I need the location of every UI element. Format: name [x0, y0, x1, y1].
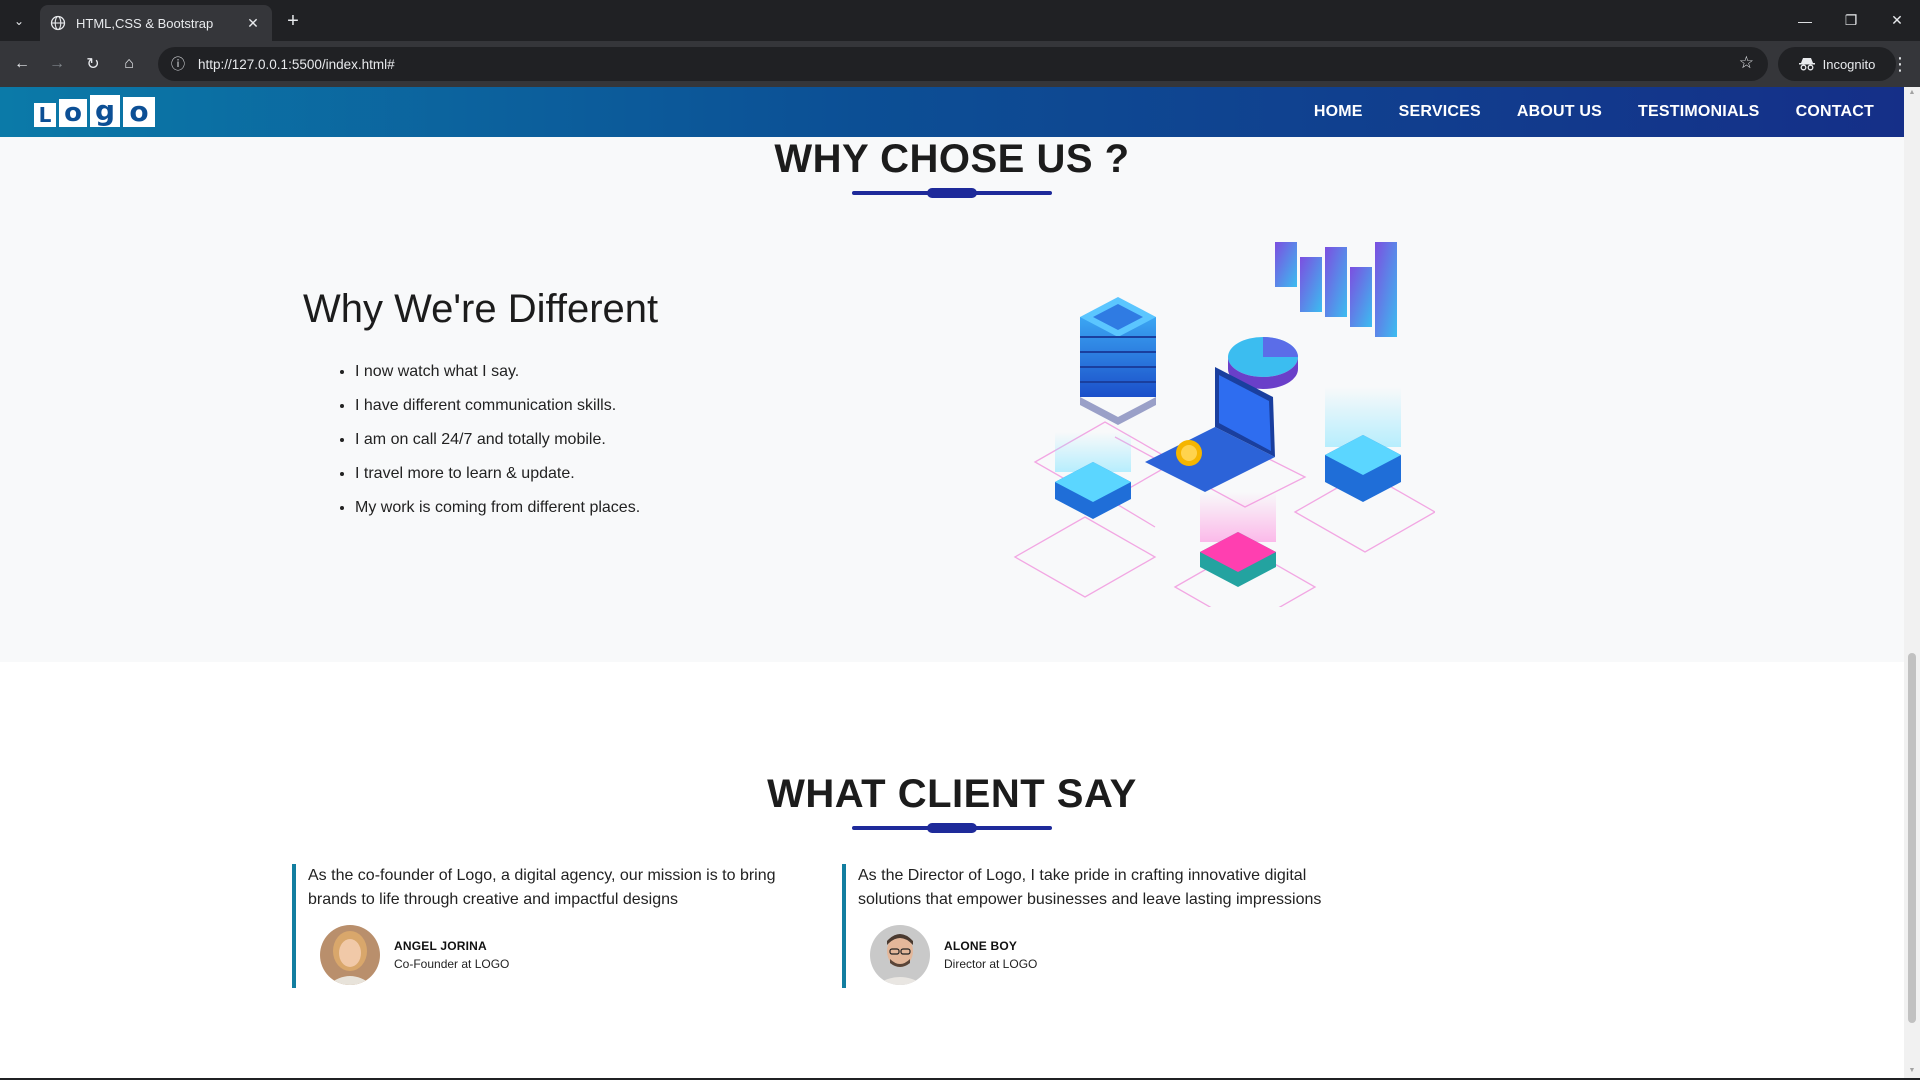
browser-tab[interactable]: HTML,CSS & Bootstrap ✕ — [40, 5, 272, 41]
home-icon[interactable]: ⌂ — [115, 50, 143, 78]
isometric-data-illustration — [1013, 242, 1435, 607]
menu-kebab-icon[interactable]: ⋮ — [1886, 50, 1914, 78]
incognito-icon — [1798, 58, 1815, 71]
list-item: I have different communication skills. — [355, 389, 640, 423]
minimize-icon[interactable]: — — [1782, 0, 1828, 41]
tab-search-icon[interactable]: ⌄ — [6, 8, 32, 34]
close-tab-icon[interactable]: ✕ — [244, 14, 262, 32]
server-pad-right-graphic — [1325, 387, 1401, 502]
reload-icon[interactable]: ↻ — [79, 50, 107, 78]
list-item: My work is coming from different places. — [355, 491, 640, 525]
testimonial-quote: As the Director of Logo, I take pride in… — [858, 867, 1322, 908]
scroll-up-icon[interactable]: ▲ — [1907, 89, 1917, 96]
nav-link-testimonials[interactable]: TESTIMONIALS — [1638, 103, 1760, 121]
author-role: Director at LOGO — [944, 957, 1038, 971]
title-underline — [852, 188, 1052, 198]
author-role: Co-Founder at LOGO — [394, 957, 510, 971]
page-viewport: WHY CHOSE US ? Why We're Different I now… — [0, 87, 1904, 1080]
nav-link-home[interactable]: HOME — [1314, 103, 1363, 121]
logo-letter: o — [59, 99, 87, 127]
different-heading: Why We're Different — [303, 287, 659, 331]
site-navbar: L o g o HOME SERVICES ABOUT US TESTIMONI… — [0, 87, 1904, 137]
scrollbar-thumb[interactable] — [1908, 653, 1916, 1023]
scroll-down-icon[interactable]: ▼ — [1907, 1067, 1917, 1074]
forward-arrow-icon[interactable]: → — [43, 50, 71, 78]
author-name: ALONE BOY — [944, 939, 1018, 953]
client-testimonials-section: WHAT CLIENT SAY As the co-founder of Log… — [0, 662, 1904, 1080]
page-scrollbar[interactable]: ▲ ▼ — [1904, 87, 1920, 1080]
nav-link-contact[interactable]: CONTACT — [1796, 103, 1874, 121]
bookmark-star-icon[interactable]: ☆ — [1739, 53, 1754, 73]
why-choose-section: WHY CHOSE US ? Why We're Different I now… — [0, 87, 1904, 662]
incognito-badge[interactable]: Incognito — [1778, 47, 1896, 81]
bar-chart-graphic — [1275, 242, 1397, 337]
back-arrow-icon[interactable]: ← — [8, 50, 36, 78]
chip-graphic — [1200, 492, 1276, 587]
client-section-title: WHAT CLIENT SAY — [767, 772, 1137, 816]
browser-tabstrip: ⌄ HTML,CSS & Bootstrap ✕ + — ❐ ✕ — [0, 0, 1920, 41]
title-underline — [852, 823, 1052, 833]
logo-letter: g — [90, 95, 120, 127]
close-window-icon[interactable]: ✕ — [1874, 0, 1920, 41]
restore-icon[interactable]: ❐ — [1828, 0, 1874, 41]
testimonial-card: As the Director of Logo, I take pride in… — [842, 864, 1362, 988]
list-item: I now watch what I say. — [355, 355, 640, 389]
incognito-label: Incognito — [1822, 56, 1876, 72]
logo-letter: L — [34, 103, 56, 127]
testimonial-card: As the co-founder of Logo, a digital age… — [292, 864, 812, 988]
main-menu: HOME SERVICES ABOUT US TESTIMONIALS CONT… — [1314, 87, 1874, 137]
logo-letter: o — [123, 97, 155, 127]
testimonial-author: ANGEL JORINA Co-Founder at LOGO — [320, 925, 509, 985]
list-item: I am on call 24/7 and totally mobile. — [355, 423, 640, 457]
address-bar[interactable]: ⓘ http://127.0.0.1:5500/index.html# ☆ — [158, 47, 1768, 81]
list-item: I travel more to learn & update. — [355, 457, 640, 491]
new-tab-icon[interactable]: + — [280, 8, 306, 34]
testimonial-author: ALONE BOY Director at LOGO — [870, 925, 1037, 985]
avatar — [320, 925, 380, 985]
browser-toolbar: ← → ↻ ⌂ ⓘ http://127.0.0.1:5500/index.ht… — [0, 41, 1920, 87]
address-url[interactable]: http://127.0.0.1:5500/index.html# — [198, 57, 395, 72]
avatar — [870, 925, 930, 985]
site-info-icon[interactable]: ⓘ — [162, 47, 194, 81]
site-logo[interactable]: L o g o — [34, 95, 155, 127]
testimonial-quote: As the co-founder of Logo, a digital age… — [308, 867, 776, 908]
author-name: ANGEL JORINA — [394, 939, 487, 953]
tab-title: HTML,CSS & Bootstrap — [76, 15, 214, 31]
nav-link-services[interactable]: SERVICES — [1399, 103, 1481, 121]
globe-icon — [50, 15, 66, 31]
differences-list: I now watch what I say. I have different… — [355, 355, 640, 525]
server-stack-graphic — [1080, 297, 1156, 425]
nav-link-about-us[interactable]: ABOUT US — [1517, 103, 1602, 121]
why-section-title: WHY CHOSE US ? — [774, 137, 1130, 181]
